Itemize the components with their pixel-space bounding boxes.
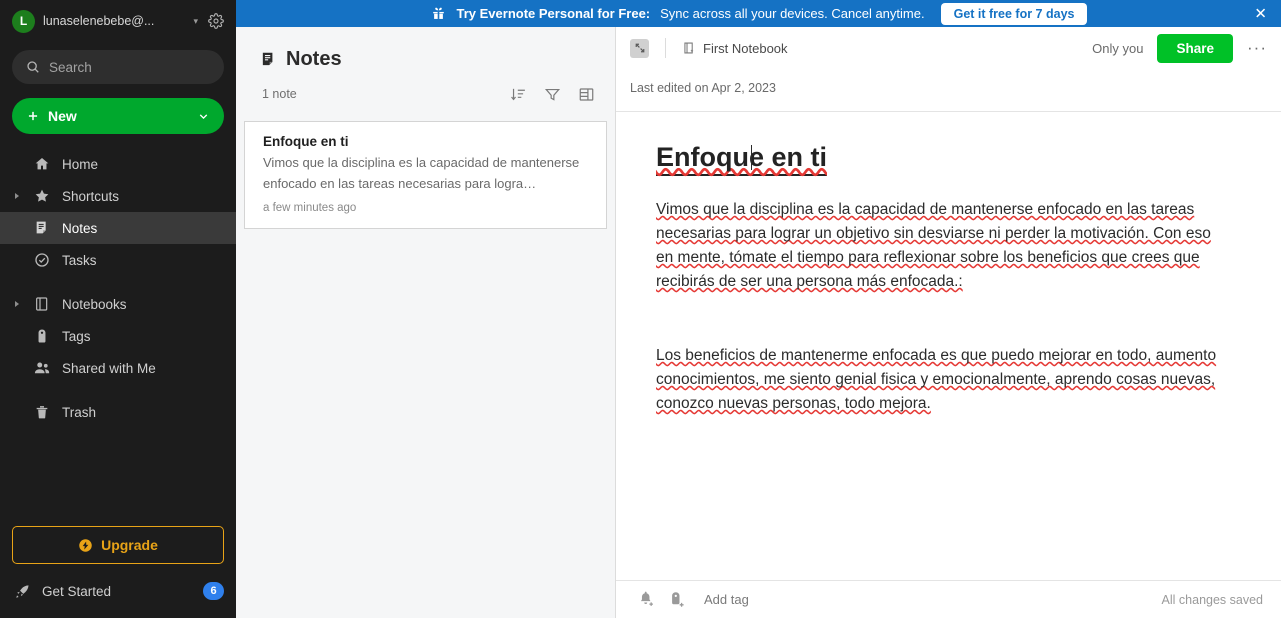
- editor-footer: Add tag All changes saved: [616, 580, 1281, 618]
- notebook-link[interactable]: First Notebook: [682, 41, 788, 56]
- people-icon: [32, 359, 52, 377]
- last-edited-label: Last edited on Apr 2, 2023: [630, 81, 776, 95]
- share-button[interactable]: Share: [1157, 33, 1234, 63]
- tag-plus-icon[interactable]: [667, 590, 686, 609]
- sidebar-item-label: Home: [62, 156, 99, 172]
- notebook-small-icon: [684, 42, 694, 54]
- search-icon: [27, 61, 39, 73]
- notes-icon: [262, 52, 273, 66]
- note-paragraph[interactable]: Los beneficios de mantenerme enfocada es…: [656, 344, 1228, 416]
- visibility-label: Only you: [1092, 40, 1144, 56]
- sidebar: L lunaselenebebe@... ▾ Search New Home S…: [0, 0, 236, 618]
- sidebar-footer: Upgrade Get Started 6: [0, 526, 236, 618]
- star-icon: [32, 188, 52, 204]
- sidebar-item-tags[interactable]: Tags: [0, 320, 236, 352]
- get-started-label: Get Started: [42, 583, 112, 599]
- more-options-icon[interactable]: ···: [1247, 39, 1267, 56]
- gift-icon: [430, 5, 447, 22]
- note-list-item[interactable]: Enfoque en ti Vimos que la disciplina es…: [244, 121, 607, 229]
- promo-banner: Try Evernote Personal for Free: Sync acr…: [236, 0, 1281, 27]
- banner-headline: Try Evernote Personal for Free:: [456, 6, 651, 21]
- plus-icon: [28, 111, 38, 121]
- chevron-right-icon[interactable]: [12, 193, 22, 199]
- close-icon[interactable]: ✕: [1254, 6, 1267, 21]
- notebook-icon: [32, 296, 52, 312]
- sidebar-item-label: Notebooks: [62, 296, 127, 312]
- nav-gap: [0, 384, 236, 396]
- chevron-down-icon[interactable]: ▾: [193, 16, 198, 27]
- sidebar-item-shortcuts[interactable]: Shortcuts: [0, 180, 236, 212]
- note-list-subheader: 1 note: [236, 71, 615, 103]
- sidebar-item-shared-with-me[interactable]: Shared with Me: [0, 352, 236, 384]
- sidebar-item-notebooks[interactable]: Notebooks: [0, 288, 236, 320]
- expand-icon[interactable]: [630, 38, 649, 58]
- avatar: L: [12, 9, 35, 33]
- chevron-right-icon[interactable]: [12, 301, 22, 307]
- search-placeholder: Search: [49, 59, 92, 75]
- note-item-title: Enfoque en ti: [263, 134, 349, 149]
- tag-icon: [32, 328, 52, 344]
- sidebar-item-trash[interactable]: Trash: [0, 396, 236, 428]
- new-button[interactable]: New: [12, 98, 224, 134]
- note-body[interactable]: Enfoque en ti Vimos que la disciplina es…: [616, 112, 1281, 580]
- account-row[interactable]: L lunaselenebebe@... ▾: [0, 0, 236, 42]
- home-icon: [32, 156, 52, 172]
- note-item-timestamp: a few minutes ago: [263, 202, 357, 214]
- upgrade-button[interactable]: Upgrade: [12, 526, 224, 564]
- sidebar-item-label: Notes: [62, 220, 98, 236]
- text-caret: [750, 145, 753, 171]
- sidebar-item-label: Shared with Me: [62, 360, 156, 376]
- page-title: Notes: [286, 48, 342, 70]
- note-paragraph[interactable]: Vimos que la disciplina es la capacidad …: [656, 198, 1228, 294]
- note-title[interactable]: Enfoque en ti: [656, 142, 827, 177]
- view-layout-icon[interactable]: [577, 85, 595, 103]
- editor-header: First Notebook Only you Share ···: [616, 27, 1281, 69]
- note-list-panel: Notes 1 note Enfoque en ti Vimos que la …: [236, 0, 616, 618]
- get-started-item[interactable]: Get Started 6: [12, 572, 224, 610]
- bell-plus-icon[interactable]: [636, 590, 655, 609]
- account-email: lunaselenebebe@...: [43, 14, 155, 28]
- sort-icon[interactable]: [509, 85, 527, 103]
- sidebar-nav: Home Shortcuts Notes Tasks Notebooks Tag…: [0, 148, 236, 428]
- note-title-wrapper: Enfoque en ti: [656, 142, 827, 177]
- sidebar-item-tasks[interactable]: Tasks: [0, 244, 236, 276]
- sidebar-item-home[interactable]: Home: [0, 148, 236, 180]
- note-count: 1 note: [262, 87, 297, 101]
- save-status: All changes saved: [1161, 592, 1263, 607]
- new-button-label: New: [48, 108, 77, 124]
- notebook-name: First Notebook: [703, 40, 788, 56]
- note-list-toolbar: [509, 85, 595, 103]
- sidebar-item-label: Tasks: [62, 252, 97, 268]
- divider: [665, 38, 666, 58]
- search-input[interactable]: Search: [12, 50, 224, 84]
- sidebar-item-label: Trash: [62, 404, 97, 420]
- add-tag-button[interactable]: Add tag: [704, 592, 749, 607]
- trash-icon: [32, 404, 52, 420]
- chevron-down-icon[interactable]: [197, 110, 210, 123]
- evernote-app: L lunaselenebebe@... ▾ Search New Home S…: [0, 0, 1281, 618]
- get-started-badge: 6: [203, 582, 224, 600]
- banner-cta-button[interactable]: Get it free for 7 days: [940, 2, 1088, 25]
- upgrade-label: Upgrade: [101, 537, 158, 553]
- banner-subtext: Sync across all your devices. Cancel any…: [660, 6, 925, 21]
- sidebar-item-notes[interactable]: Notes: [0, 212, 236, 244]
- note-editor: First Notebook Only you Share ··· Last e…: [616, 0, 1281, 618]
- notes-icon: [32, 220, 52, 236]
- nav-gap: [0, 276, 236, 288]
- rocket-icon: [12, 583, 32, 600]
- check-circle-icon: [32, 252, 52, 268]
- note-item-snippet: Vimos que la disciplina es la capacidad …: [263, 155, 580, 191]
- sidebar-item-label: Shortcuts: [62, 188, 120, 204]
- sidebar-item-label: Tags: [62, 328, 91, 344]
- gear-icon[interactable]: [206, 11, 226, 31]
- bolt-icon: [79, 538, 92, 552]
- filter-icon[interactable]: [543, 85, 561, 103]
